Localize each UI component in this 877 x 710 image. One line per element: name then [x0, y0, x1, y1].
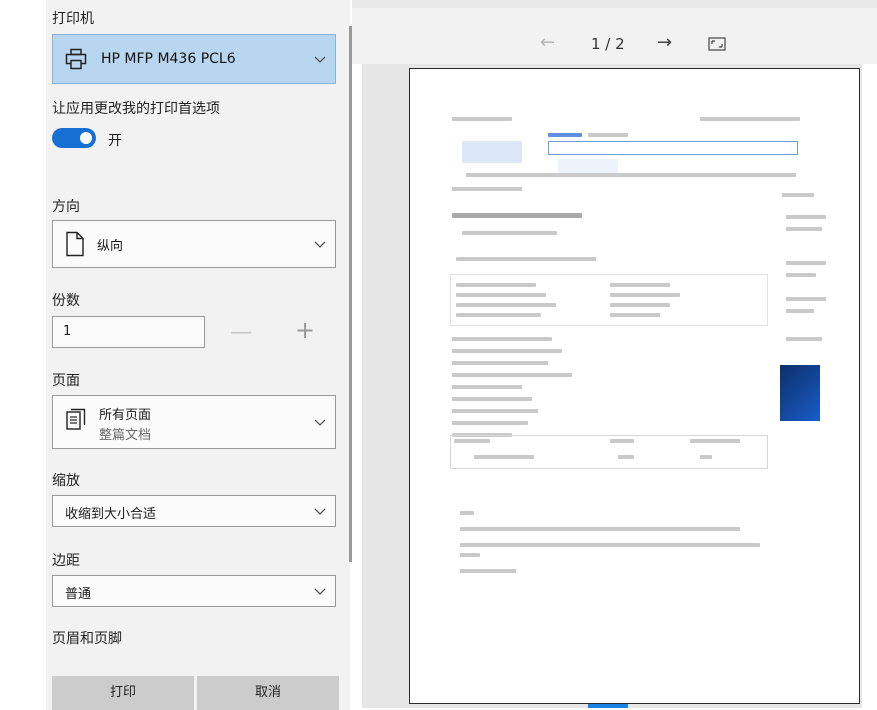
top-strip	[352, 0, 877, 8]
plus-icon[interactable]: +	[295, 316, 315, 344]
page-icon	[65, 231, 85, 261]
minus-icon[interactable]: —	[230, 320, 252, 345]
pages-label: 页面	[52, 373, 80, 389]
arrow-left-icon[interactable]: ←	[540, 32, 555, 53]
pages-icon	[65, 408, 87, 436]
app-preference-label: 让应用更改我的打印首选项	[52, 101, 220, 117]
print-settings-panel: 打印机 HP MFP M436 PCL6 让应用更改我的打印首选项 开 方向 纵…	[46, 0, 350, 710]
orientation-label: 方向	[52, 199, 80, 215]
chevron-down-icon	[313, 415, 327, 429]
preview-navigation: ← 1 / 2 →	[352, 8, 877, 64]
copies-value: 1	[63, 324, 72, 339]
pages-subvalue: 整篇文档	[99, 428, 152, 443]
printer-dropdown[interactable]: HP MFP M436 PCL6	[52, 34, 336, 84]
arrow-right-icon[interactable]: →	[657, 32, 672, 53]
pages-value: 所有页面	[99, 408, 152, 423]
printer-value: HP MFP M436 PCL6	[101, 51, 236, 67]
printer-label: 打印机	[52, 11, 94, 27]
toggle-state-label: 开	[108, 133, 122, 149]
scale-label: 缩放	[52, 473, 80, 489]
printer-icon	[65, 48, 87, 74]
margins-value: 普通	[65, 587, 92, 602]
margins-label: 边距	[52, 553, 80, 569]
fit-page-icon[interactable]	[708, 36, 726, 55]
chevron-down-icon	[313, 237, 327, 251]
chevron-down-icon	[313, 504, 327, 518]
chevron-down-icon	[313, 584, 327, 598]
chevron-down-icon	[313, 52, 327, 66]
copies-input[interactable]: 1	[52, 316, 205, 348]
orientation-dropdown[interactable]: 纵向	[52, 220, 336, 268]
pages-dropdown[interactable]: 所有页面 整篇文档	[52, 395, 336, 449]
scale-value: 收缩到大小合适	[65, 507, 157, 522]
header-footer-label: 页眉和页脚	[52, 631, 122, 647]
page-preview	[409, 68, 860, 704]
orientation-value: 纵向	[97, 239, 124, 254]
copies-label: 份数	[52, 293, 80, 309]
margins-dropdown[interactable]: 普通	[52, 575, 336, 607]
print-button[interactable]: 打印	[52, 676, 194, 710]
cancel-button[interactable]: 取消	[197, 676, 339, 710]
preview-area: ← 1 / 2 →	[352, 0, 877, 710]
page-indicator: 1 / 2	[591, 35, 625, 53]
app-preference-toggle[interactable]	[52, 128, 96, 148]
scale-dropdown[interactable]: 收缩到大小合适	[52, 495, 336, 527]
preview-scrollbar[interactable]	[588, 704, 628, 708]
